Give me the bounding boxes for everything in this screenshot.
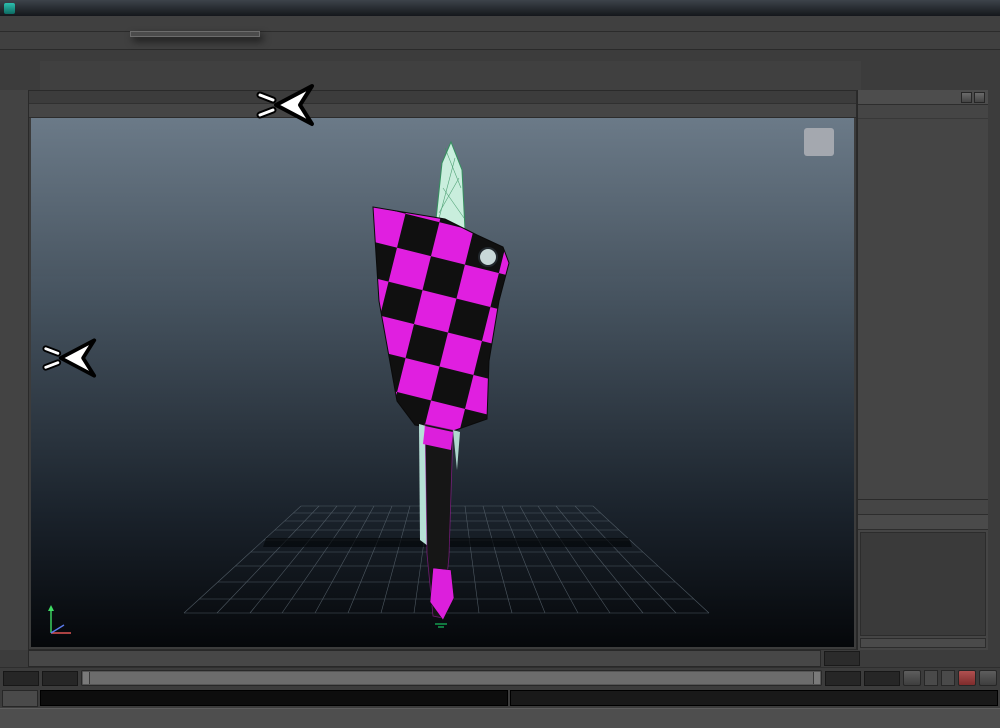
channel-box-header bbox=[858, 90, 988, 105]
machete-top-blade[interactable] bbox=[434, 140, 466, 231]
anim-end-field[interactable] bbox=[825, 670, 861, 686]
annotation-or-here bbox=[42, 336, 104, 380]
channel-box-menus bbox=[858, 105, 988, 119]
cursor-arrow-icon bbox=[42, 338, 97, 378]
playback-end-field[interactable] bbox=[864, 670, 900, 686]
range-slider-bar bbox=[0, 667, 1000, 688]
auto-keyframe-icon[interactable] bbox=[958, 670, 976, 686]
channel-box-empty-area bbox=[858, 134, 988, 499]
range-start-handle[interactable] bbox=[83, 672, 90, 684]
panel-toolbar bbox=[29, 103, 856, 118]
object-label-marks bbox=[435, 623, 447, 628]
viewport-panel[interactable] bbox=[28, 90, 857, 650]
machete-cleaver-blade[interactable] bbox=[372, 206, 510, 432]
menu-bar bbox=[0, 16, 1000, 32]
object-name[interactable] bbox=[858, 119, 988, 134]
side-tab-strip bbox=[988, 90, 1000, 650]
channel-box-panel bbox=[857, 90, 988, 650]
layer-editor bbox=[858, 499, 988, 650]
maya-logo-icon bbox=[4, 2, 15, 14]
toolbox bbox=[0, 90, 29, 654]
scene-canvas bbox=[183, 140, 710, 628]
playback-start-field[interactable] bbox=[3, 670, 39, 686]
axis-indicator bbox=[48, 605, 71, 634]
time-slider-bar bbox=[0, 650, 1000, 667]
range-slider-range[interactable] bbox=[83, 672, 820, 684]
current-time-field[interactable] bbox=[824, 651, 860, 666]
character-set-dropdown[interactable] bbox=[941, 670, 955, 686]
shelf-tabs bbox=[40, 49, 857, 61]
command-line-language-toggle[interactable] bbox=[2, 689, 38, 707]
handle-highlight-right bbox=[453, 430, 460, 470]
close-icon[interactable] bbox=[974, 91, 985, 103]
command-line bbox=[0, 688, 1000, 708]
window-menu-dropdown bbox=[130, 31, 260, 37]
layer-editor-menus bbox=[858, 514, 988, 530]
pin-icon[interactable] bbox=[961, 91, 972, 103]
view-label bbox=[804, 128, 834, 156]
help-line bbox=[0, 708, 1000, 728]
anim-start-field[interactable] bbox=[42, 670, 78, 686]
playback-options-icon[interactable] bbox=[903, 670, 921, 686]
cursor-arrow-icon bbox=[256, 84, 314, 126]
range-end-handle[interactable] bbox=[813, 672, 820, 684]
blade-hole bbox=[478, 247, 498, 267]
layer-scrollbar[interactable] bbox=[860, 638, 986, 648]
annotation-click-here bbox=[256, 82, 322, 128]
viewport-3d[interactable] bbox=[31, 118, 854, 647]
command-line-output[interactable] bbox=[510, 690, 998, 706]
layer-list[interactable] bbox=[860, 532, 986, 636]
maya-window bbox=[0, 0, 1000, 728]
shelf bbox=[40, 61, 861, 91]
time-slider[interactable] bbox=[28, 650, 821, 667]
command-line-input[interactable] bbox=[40, 690, 508, 706]
panel-menu-bar bbox=[29, 91, 856, 103]
range-slider[interactable] bbox=[81, 670, 822, 686]
animation-preferences-icon[interactable] bbox=[979, 670, 997, 686]
shelf-menu-button[interactable] bbox=[28, 49, 40, 89]
title-bar[interactable] bbox=[0, 0, 1000, 16]
anim-layer-dropdown[interactable] bbox=[924, 670, 938, 686]
